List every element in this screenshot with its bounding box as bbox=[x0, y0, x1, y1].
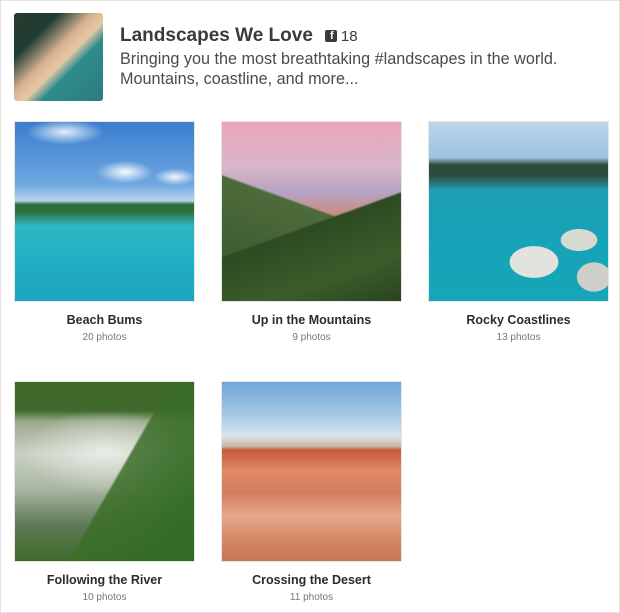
album-widget: Landscapes We Love f 18 Bringing you the… bbox=[0, 0, 620, 613]
album-card-following-the-river[interactable]: Following the River 10 photos bbox=[14, 381, 195, 604]
album-card-count: 20 photos bbox=[82, 332, 127, 343]
album-title[interactable]: Landscapes We Love bbox=[120, 25, 313, 47]
facebook-square-icon: f bbox=[324, 30, 337, 42]
album-thumbnail[interactable] bbox=[14, 121, 195, 302]
album-card-count: 10 photos bbox=[82, 592, 127, 603]
album-card-up-in-the-mountains[interactable]: Up in the Mountains 9 photos bbox=[221, 121, 402, 344]
album-card-title[interactable]: Up in the Mountains bbox=[221, 312, 402, 328]
album-thumbnail[interactable] bbox=[221, 121, 402, 302]
album-header: Landscapes We Love f 18 Bringing you the… bbox=[14, 13, 604, 103]
album-card-title[interactable]: Beach Bums bbox=[14, 312, 195, 328]
album-card-count: 11 photos bbox=[289, 592, 334, 603]
album-card-title[interactable]: Following the River bbox=[14, 572, 195, 588]
album-cover-image[interactable] bbox=[14, 13, 103, 101]
album-card-count: 9 photos bbox=[292, 332, 331, 343]
album-title-row: Landscapes We Love f 18 bbox=[120, 23, 358, 49]
album-thumbnail[interactable] bbox=[221, 381, 402, 562]
album-card-crossing-the-desert[interactable]: Crossing the Desert 11 photos bbox=[221, 381, 402, 604]
album-thumbnail[interactable] bbox=[14, 381, 195, 562]
album-card-count: 13 photos bbox=[496, 332, 541, 343]
album-card-title[interactable]: Rocky Coastlines bbox=[428, 312, 609, 328]
album-card-title[interactable]: Crossing the Desert bbox=[221, 572, 402, 588]
photo-count-value: 18 bbox=[340, 27, 358, 45]
album-thumbnail[interactable] bbox=[428, 121, 609, 302]
album-card-rocky-coastlines[interactable]: Rocky Coastlines 13 photos bbox=[428, 121, 609, 344]
album-photo-count: f 18 bbox=[324, 27, 358, 45]
album-card-beach-bums[interactable]: Beach Bums 20 photos bbox=[14, 121, 195, 344]
album-description: Bringing you the most breathtaking #land… bbox=[120, 50, 558, 88]
